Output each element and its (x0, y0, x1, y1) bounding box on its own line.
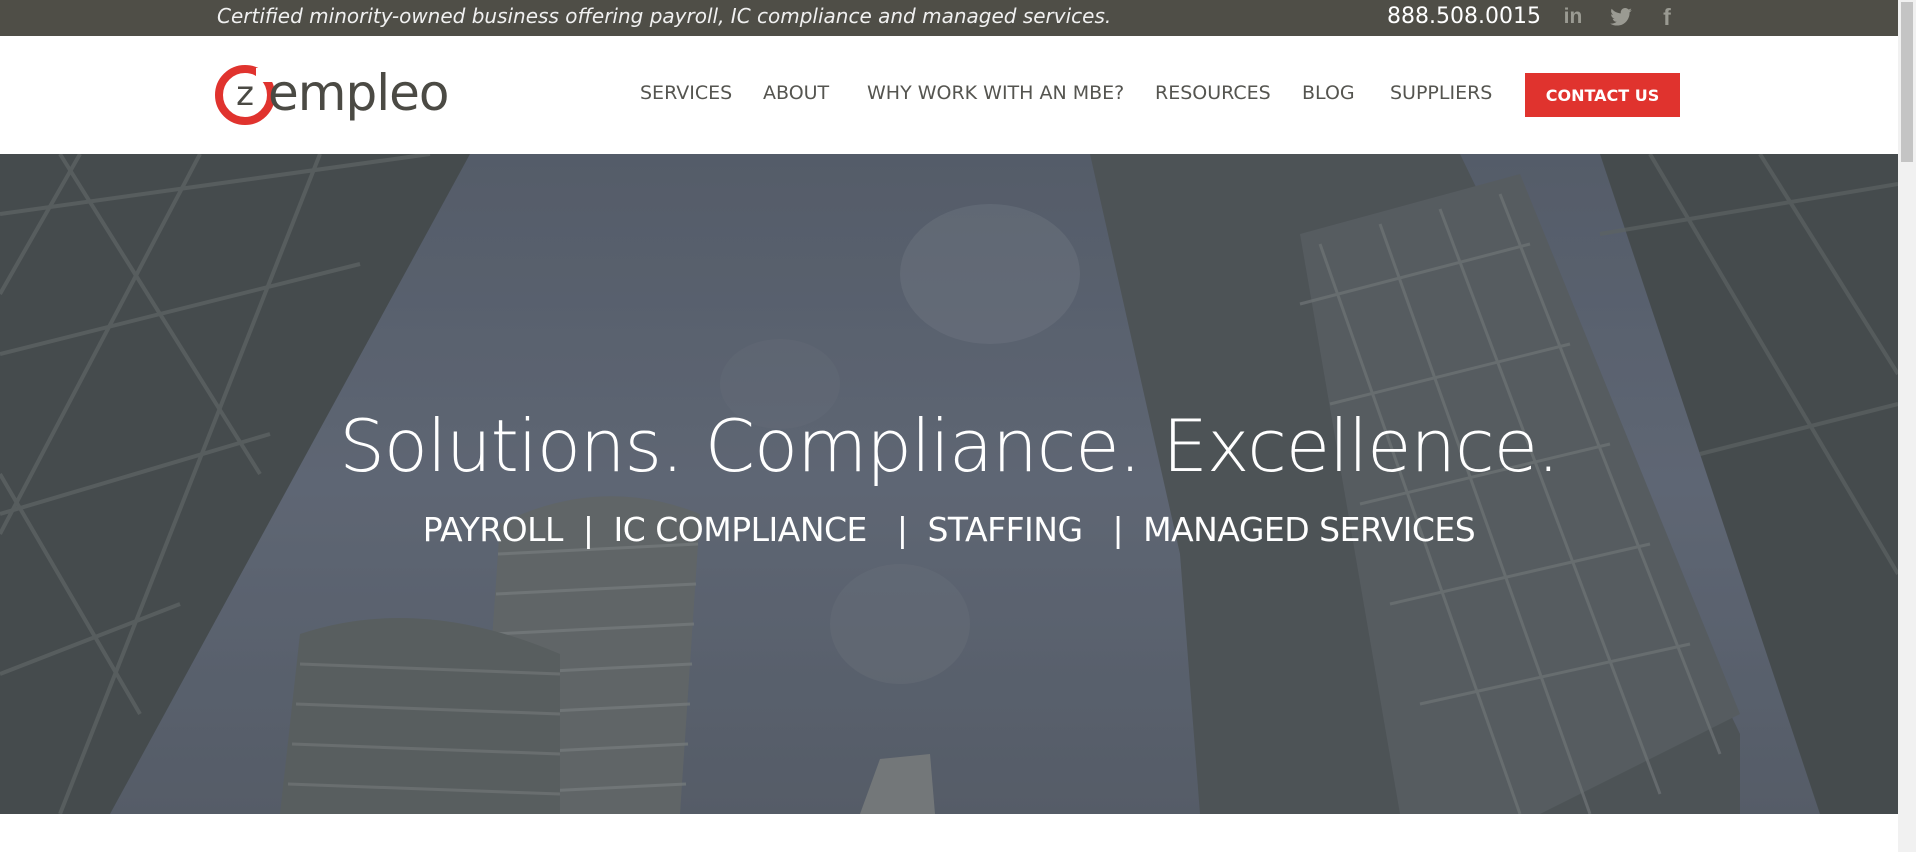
facebook-icon[interactable]: f (1656, 4, 1678, 30)
tagline: Certified minority-owned business offeri… (217, 4, 1112, 28)
nav-about[interactable]: ABOUT (763, 82, 829, 104)
logo-wordmark: empleo (268, 64, 449, 122)
nav-resources[interactable]: RESOURCES (1155, 82, 1271, 104)
svg-text:z: z (236, 74, 254, 114)
hero-title: Solutions. Compliance. Excellence. (339, 404, 1560, 488)
logo-z-mark-icon: z (215, 65, 275, 125)
hero-banner: Solutions. Compliance. Excellence. PAYRO… (0, 154, 1898, 814)
page-scrollbar[interactable] (1898, 0, 1916, 852)
nav-blog[interactable]: BLOG (1302, 82, 1355, 104)
twitter-icon[interactable] (1608, 5, 1634, 29)
nav-why-mbe[interactable]: WHY WORK WITH AN MBE? (867, 82, 1124, 104)
scrollbar-thumb[interactable] (1901, 2, 1913, 162)
hero-subtitle: PAYROLL | IC COMPLIANCE | STAFFING | MAN… (422, 510, 1476, 549)
nav-suppliers[interactable]: SUPPLIERS (1390, 82, 1492, 104)
zempleo-logo[interactable]: z empleo (214, 64, 449, 126)
contact-us-button[interactable]: CONTACT US (1525, 73, 1680, 117)
phone-number[interactable]: 888.508.0015 (1387, 0, 1541, 36)
top-bar: Certified minority-owned business offeri… (0, 0, 1898, 36)
linkedin-icon[interactable]: in (1560, 5, 1586, 29)
nav-services[interactable]: SERVICES (640, 82, 732, 104)
site-header: z empleo SERVICES ABOUT WHY WORK WITH AN… (0, 36, 1898, 154)
